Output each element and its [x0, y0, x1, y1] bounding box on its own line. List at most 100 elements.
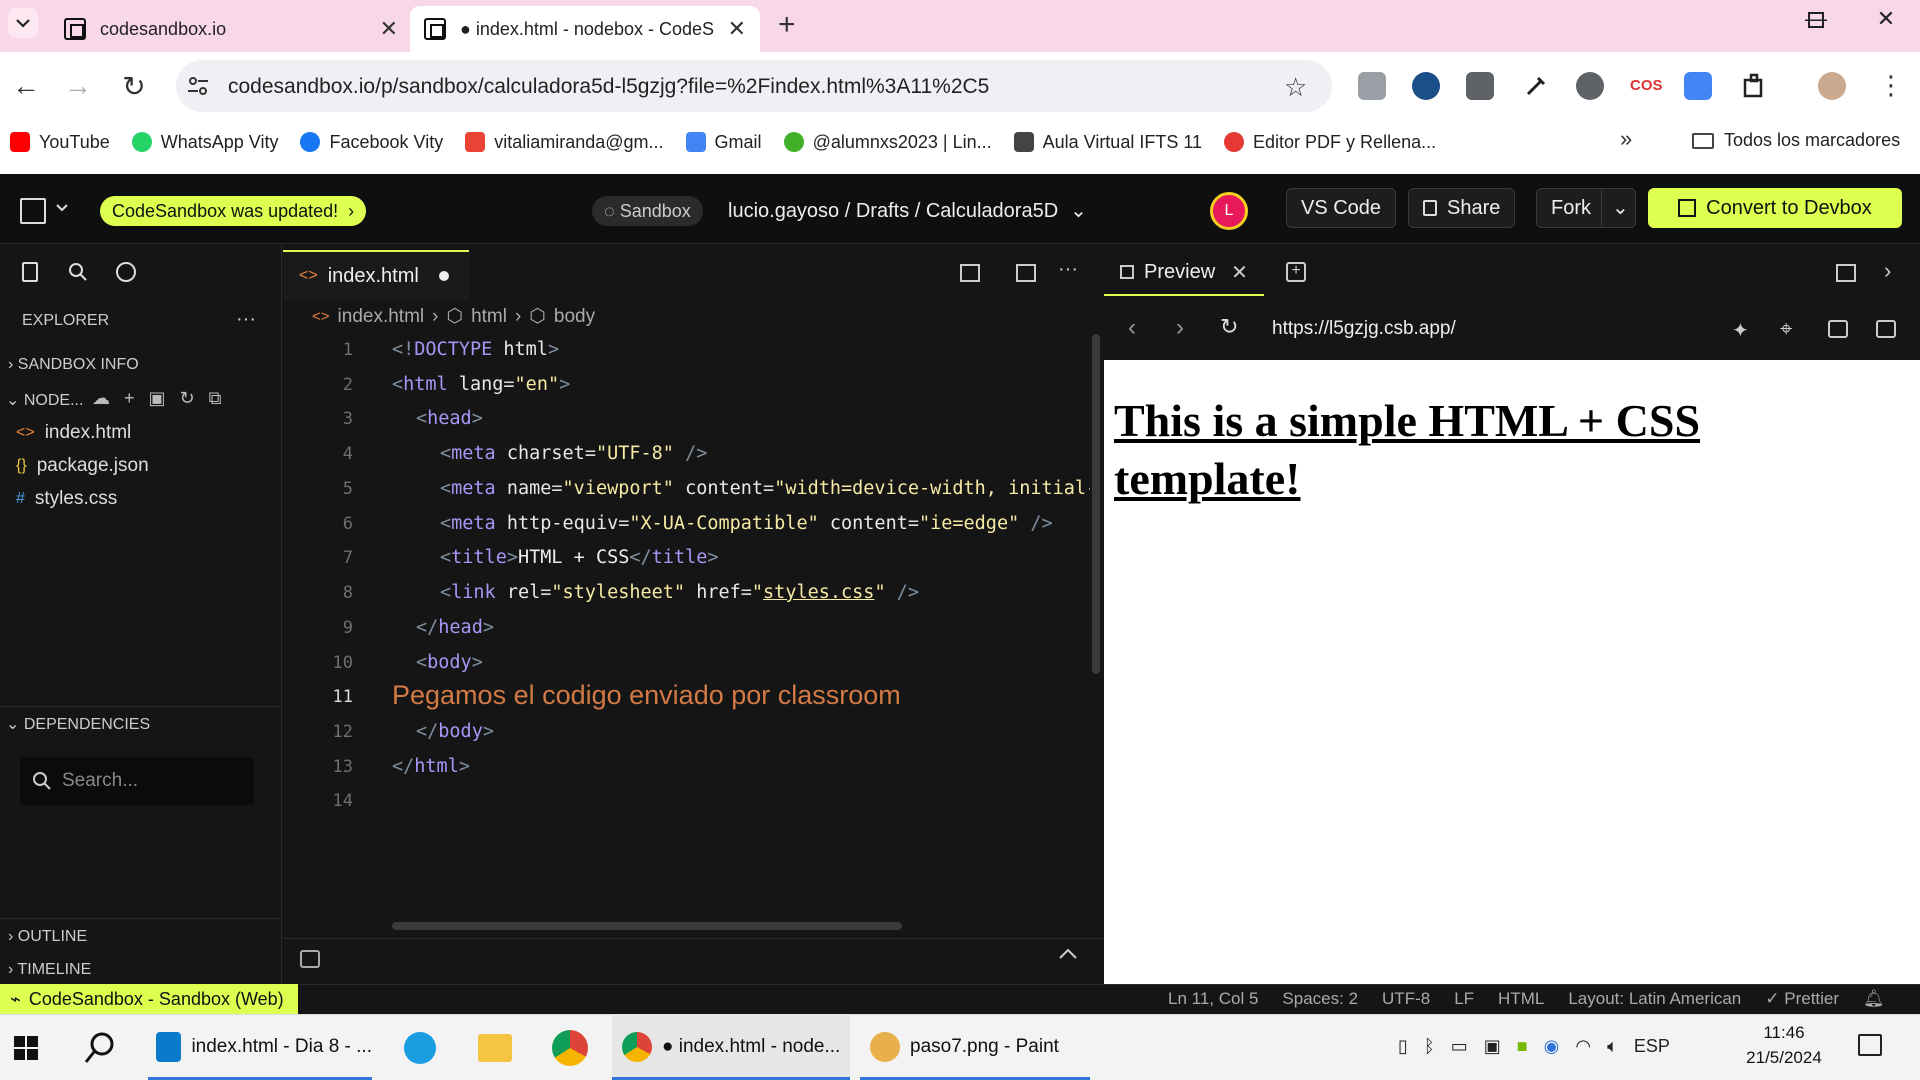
bookmark-gmail[interactable]: Gmail — [685, 132, 762, 153]
file-styles-css[interactable]: # styles.css — [16, 488, 117, 510]
chrome-menu-icon[interactable]: ⋮ — [1878, 70, 1904, 101]
open-in-new-window-icon[interactable] — [1876, 320, 1896, 338]
translate-icon[interactable] — [1684, 72, 1712, 100]
bookmark-star-icon[interactable]: ☆ — [1284, 72, 1307, 103]
prettier-status[interactable]: ✓ Prettier — [1765, 989, 1839, 1009]
taskbar-paint[interactable]: paso7.png - Paint — [860, 1014, 1090, 1080]
search-icon[interactable] — [68, 262, 88, 282]
more-bookmarks-icon[interactable]: » — [1620, 126, 1632, 152]
console-icon[interactable] — [1828, 320, 1848, 338]
chrome-icon[interactable] — [552, 1030, 588, 1066]
clock[interactable]: 11:46 21/5/2024 — [1744, 1020, 1824, 1070]
site-settings-icon[interactable] — [186, 74, 210, 98]
close-icon[interactable]: ✕ — [1231, 260, 1248, 285]
restore-window-button[interactable] — [1808, 12, 1824, 28]
more-actions-icon[interactable]: ··· — [236, 308, 256, 331]
timeline-section[interactable]: › TIMELINE — [8, 961, 91, 979]
share-button[interactable]: Share — [1408, 188, 1516, 228]
codesandbox-updated-pill[interactable]: CodeSandbox was updated! › — [100, 196, 367, 226]
extension-check-icon[interactable] — [1412, 72, 1440, 100]
sandbox-type-pill[interactable]: ◌ Sandbox — [592, 196, 703, 226]
chevron-down-icon[interactable] — [56, 204, 68, 212]
end-of-line[interactable]: LF — [1454, 989, 1474, 1009]
dependency-search-input[interactable]: Search... — [20, 757, 254, 805]
nodebox-section[interactable]: ⌄ NODE... — [6, 390, 83, 410]
taskbar-search-icon[interactable] — [82, 1030, 118, 1066]
display-icon[interactable]: ▣ — [1484, 1036, 1501, 1057]
indentation[interactable]: Spaces: 2 — [1282, 989, 1358, 1009]
bookmark-linktree[interactable]: @alumnxs2023 | Lin... — [783, 132, 992, 153]
back-icon[interactable]: ← — [8, 70, 44, 102]
browser-tab-codesandbox[interactable]: codesandbox.io ✕ — [50, 6, 412, 52]
editor-more-icon[interactable]: ··· — [1058, 258, 1078, 281]
bookmark-facebook[interactable]: Facebook Vity — [300, 132, 443, 153]
sparkle-icon[interactable]: ✦ — [1732, 318, 1749, 343]
terminal-icon[interactable] — [300, 950, 320, 968]
preview-url-input[interactable]: https://l5gzjg.csb.app/ — [1272, 318, 1456, 340]
outline-section[interactable]: › OUTLINE — [8, 928, 87, 946]
url-text[interactable]: codesandbox.io/p/sandbox/calculadora5d-l… — [228, 75, 989, 99]
files-icon[interactable] — [22, 262, 38, 282]
bookmark-gmail-account[interactable]: vitaliamiranda@gm... — [465, 132, 664, 153]
codesandbox-logo-icon[interactable] — [20, 198, 46, 224]
language-mode[interactable]: HTML — [1498, 989, 1544, 1009]
notifications-bell-icon[interactable]: 🔔︎ — [1863, 989, 1885, 1009]
preview-tab[interactable]: Preview ✕ — [1104, 250, 1264, 296]
taskbar-chrome-window[interactable]: ● index.html - node... — [612, 1014, 850, 1080]
layout-icon[interactable] — [1836, 264, 1856, 282]
browser-tab-index-html[interactable]: ● index.html - nodebox - CodeSandbox ✕ — [410, 6, 760, 52]
project-breadcrumb[interactable]: lucio.gayoso / Drafts / Calculadora5D ⌄ — [728, 196, 1087, 226]
profile-avatar[interactable] — [1818, 72, 1846, 100]
dependencies-section[interactable]: ⌄ DEPENDENCIES — [6, 714, 150, 734]
cursor-position[interactable]: Ln 11, Col 5 — [1168, 989, 1258, 1009]
fork-button[interactable]: Fork ⌄ — [1536, 188, 1636, 228]
all-bookmarks-folder[interactable]: Todos los marcadores — [1692, 130, 1900, 151]
extension-gear-icon[interactable] — [1576, 72, 1604, 100]
volume-icon[interactable]: 🔈︎ — [1607, 1036, 1618, 1057]
windows-start-icon[interactable] — [14, 1036, 38, 1060]
extension-screen-icon[interactable] — [1466, 72, 1494, 100]
code-area[interactable]: <!DOCTYPE html> <html lang="en"> <head> … — [390, 330, 1090, 830]
bookmark-whatsapp[interactable]: WhatsApp Vity — [131, 132, 278, 153]
file-explorer-icon[interactable] — [478, 1034, 512, 1062]
bookmark-pdf-editor[interactable]: Editor PDF y Rellena... — [1224, 132, 1436, 153]
extension-cos-icon[interactable]: COS — [1630, 72, 1663, 100]
add-preview-icon[interactable]: + — [1286, 262, 1306, 282]
battery-icon[interactable]: ▭ — [1451, 1036, 1468, 1057]
close-window-button[interactable]: ✕ — [1866, 6, 1906, 32]
editor-vertical-scrollbar[interactable] — [1092, 334, 1100, 674]
nvidia-icon[interactable]: ■ — [1517, 1036, 1528, 1057]
forward-icon[interactable]: → — [60, 70, 96, 102]
crosshair-icon[interactable]: ⌖ — [1780, 316, 1792, 342]
preview-reload-icon[interactable]: ↻ — [1220, 314, 1238, 340]
eyedropper-icon[interactable] — [1522, 72, 1550, 100]
split-editor-icon[interactable] — [1016, 264, 1036, 282]
chevron-up-icon[interactable] — [1058, 948, 1078, 960]
chevron-right-icon[interactable]: › — [1884, 258, 1891, 284]
explorer-action-icons[interactable]: ☁+▣↻⧉ — [92, 388, 235, 409]
extensions-puzzle-icon[interactable] — [1740, 72, 1768, 100]
toggle-sidebar-icon[interactable] — [960, 264, 980, 282]
reload-icon[interactable]: ↻ — [116, 70, 152, 103]
bookmark-youtube[interactable]: YouTube — [10, 132, 110, 153]
bluetooth-icon[interactable]: ᛒ — [1424, 1036, 1435, 1057]
file-index-html[interactable]: <> index.html — [16, 422, 131, 444]
close-tab-icon[interactable]: ✕ — [728, 16, 746, 42]
keyboard-layout[interactable]: Layout: Latin American — [1568, 989, 1741, 1009]
edge-icon[interactable] — [404, 1032, 436, 1064]
preview-forward-icon[interactable]: › — [1176, 314, 1184, 342]
taskbar-vscode[interactable]: index.html - Dia 8 - ... — [148, 1014, 372, 1080]
encoding[interactable]: UTF-8 — [1382, 989, 1430, 1009]
github-icon[interactable] — [116, 262, 136, 282]
close-tab-icon[interactable]: ✕ — [380, 16, 398, 42]
bookmark-aula-virtual[interactable]: Aula Virtual IFTS 11 — [1013, 132, 1202, 153]
tab-search-button[interactable] — [8, 8, 38, 38]
editor-tab-index-html[interactable]: <> index.html — [283, 250, 469, 300]
preview-back-icon[interactable]: ‹ — [1128, 314, 1136, 342]
new-tab-button[interactable]: + — [778, 8, 796, 42]
user-avatar[interactable]: L — [1210, 192, 1248, 230]
wifi-icon[interactable]: ◠ — [1575, 1036, 1591, 1057]
sandbox-info-section[interactable]: › SANDBOX INFO — [8, 356, 139, 374]
input-language[interactable]: ESP — [1634, 1036, 1670, 1057]
chevron-down-icon[interactable]: ⌄ — [1601, 189, 1629, 227]
